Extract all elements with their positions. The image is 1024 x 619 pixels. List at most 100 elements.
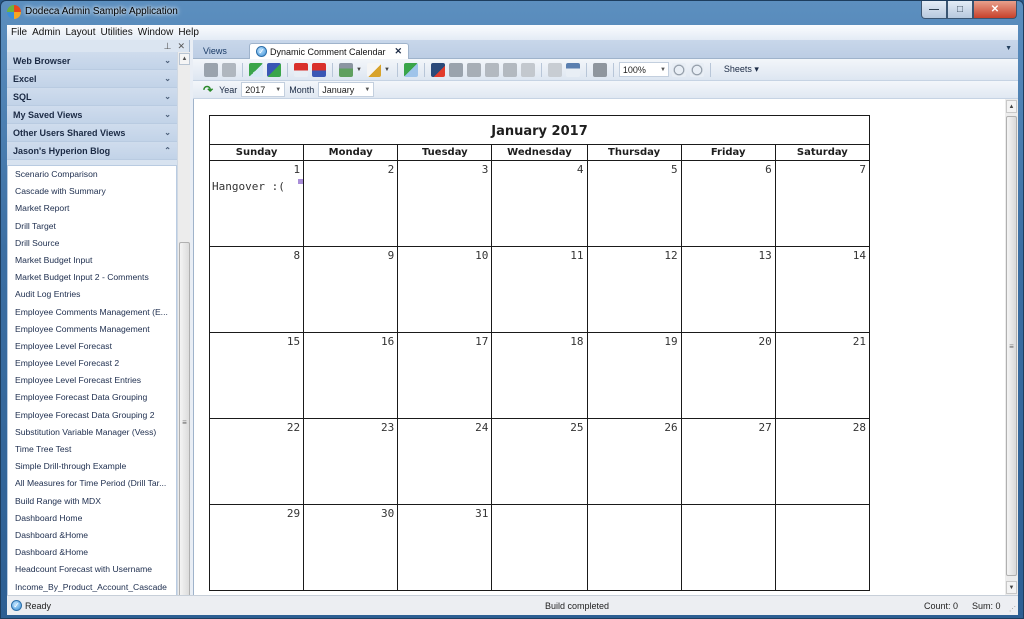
calendar-day-cell[interactable]: 26	[586, 418, 682, 505]
calendar-day-cell[interactable]: 9	[303, 246, 399, 333]
sidebar-view-item[interactable]: Employee Comments Management	[8, 321, 176, 338]
pdf-preview-icon[interactable]	[294, 62, 308, 77]
chevron-down-icon[interactable]: ⌄	[164, 128, 171, 137]
sheets-button[interactable]: Sheets ▾	[724, 64, 759, 75]
close-window-button[interactable]: ✕	[973, 1, 1017, 19]
calendar-day-cell[interactable]: 5	[586, 160, 682, 247]
calendar-day-cell[interactable]: 8	[208, 246, 305, 333]
calendar-day-cell[interactable]	[774, 504, 871, 591]
sidebar-view-item[interactable]: Employee Level Forecast 2	[8, 355, 176, 372]
sidebar-view-item[interactable]: Drill Target	[8, 218, 176, 235]
sidebar-view-item[interactable]: Employee Forecast Data Grouping	[8, 389, 176, 406]
send-icon[interactable]	[466, 62, 481, 77]
scroll-down-icon[interactable]: ▼	[1006, 581, 1017, 594]
calendar-day-cell[interactable]: 19	[586, 332, 682, 419]
calendar-day-cell[interactable]: 25	[491, 418, 588, 505]
zoom-in-icon[interactable]	[671, 62, 686, 77]
menu-utilities[interactable]: Utilities	[101, 27, 137, 38]
calendar-day-cell[interactable]: 11	[491, 246, 588, 333]
sidebar-view-item[interactable]: Employee Level Forecast Entries	[8, 372, 176, 389]
maximize-button[interactable]: □	[947, 1, 973, 19]
calendar-day-cell[interactable]	[680, 504, 776, 591]
pivot-icon[interactable]	[502, 62, 517, 77]
calendar-day-cell[interactable]: 15	[208, 332, 305, 419]
sidebar-view-item[interactable]: Dashboard Home	[8, 510, 176, 527]
export-sheet-icon[interactable]	[403, 62, 418, 77]
month-select[interactable]: January ▼	[318, 82, 375, 97]
excel-save-icon[interactable]	[267, 62, 281, 77]
zoom-out-icon[interactable]	[689, 62, 704, 77]
calendar-day-cell[interactable]	[586, 504, 682, 591]
pin-icon[interactable]: ⊥	[164, 41, 172, 52]
build-icon[interactable]	[430, 62, 445, 77]
calendar-day-cell[interactable]: 2	[303, 160, 399, 247]
chevron-down-icon[interactable]: ⌄	[164, 92, 171, 101]
tab-dynamic-comment-calendar[interactable]: ✓ Dynamic Comment Calendar ✕	[249, 43, 410, 59]
sidebar-view-item[interactable]: Cascade with Summary	[8, 183, 176, 200]
print-preview-icon[interactable]	[366, 62, 381, 77]
sidebar-view-item[interactable]: Market Report	[8, 200, 176, 217]
calendar-day-cell[interactable]: 3	[397, 160, 493, 247]
calendar-day-cell[interactable]: 14	[774, 246, 871, 333]
sidebar-group[interactable]: Excel ⌄	[7, 70, 177, 88]
vertical-scrollbar[interactable]: ▲ ≡ ▼	[1005, 99, 1018, 596]
scroll-up-icon[interactable]: ▲	[1006, 100, 1017, 113]
menu-window[interactable]: Window	[138, 27, 178, 38]
sidebar-view-item[interactable]: Simple Drill-through Example	[8, 458, 176, 475]
save-as-icon[interactable]	[222, 62, 236, 77]
menu-help[interactable]: Help	[178, 27, 203, 38]
chevron-down-icon[interactable]: ⌄	[164, 110, 171, 119]
sidebar-view-item[interactable]: Income_By_Product_Account_Cascade	[8, 579, 176, 596]
save-icon[interactable]	[204, 62, 218, 77]
excel-export-icon[interactable]	[249, 62, 263, 77]
calendar-day-cell[interactable]: 27	[680, 418, 776, 505]
preview-dropdown-icon[interactable]: ▼	[384, 67, 390, 73]
tab-list-dropdown-icon[interactable]: ▼	[1005, 45, 1012, 52]
pdf-save-icon[interactable]	[312, 62, 326, 77]
sidebar-view-item[interactable]: Drill Source	[8, 235, 176, 252]
zoom-select[interactable]: 100% ▼	[618, 62, 669, 77]
sidebar-view-item[interactable]: Employee Comments Management (E...	[8, 304, 176, 321]
cube-icon[interactable]	[592, 62, 607, 77]
chevron-down-icon[interactable]: ⌄	[164, 74, 171, 83]
drill-icon[interactable]	[484, 62, 499, 77]
menu-admin[interactable]: Admin	[32, 27, 64, 38]
sidebar-view-item[interactable]: Market Budget Input	[8, 252, 176, 269]
sidebar-view-item[interactable]: Market Budget Input 2 - Comments	[8, 269, 176, 286]
calendar-day-cell[interactable]: 24	[397, 418, 493, 505]
scroll-thumb[interactable]: ≡	[179, 242, 190, 602]
sidebar-view-item[interactable]: Build Range with MDX	[8, 493, 176, 510]
sidebar-view-item[interactable]: Audit Log Entries	[8, 286, 176, 303]
tab-views[interactable]: Views	[195, 43, 235, 59]
calendar-day-cell[interactable]: 6	[680, 160, 776, 247]
sidebar-view-item[interactable]: All Measures for Time Period (Drill Tar.…	[8, 475, 176, 492]
calendar-day-cell[interactable]: 21	[774, 332, 871, 419]
sidebar-view-item[interactable]: Dashboard &Home	[8, 527, 176, 544]
sidebar-group[interactable]: Web Browser ⌄	[7, 52, 177, 70]
scroll-thumb[interactable]: ≡	[1006, 116, 1017, 576]
comments-icon[interactable]	[520, 62, 535, 77]
calendar-day-cell[interactable]: 1 Hangover :(	[208, 160, 305, 247]
sidebar-view-item[interactable]: Time Tree Test	[8, 441, 176, 458]
sidebar-group[interactable]: Jason's Hyperion Blog ⌃	[7, 142, 177, 160]
calendar-day-cell[interactable]: 23	[303, 418, 399, 505]
sidebar-group[interactable]: My Saved Views ⌄	[7, 106, 177, 124]
tab-close-icon[interactable]: ✕	[395, 46, 403, 57]
scroll-up-icon[interactable]: ▲	[179, 53, 190, 65]
calendar-day-cell[interactable]: 29	[208, 504, 305, 591]
calendar-day-cell[interactable]: 22	[208, 418, 305, 505]
sidebar-view-item[interactable]: Dashboard &Home	[8, 544, 176, 561]
retrieve-icon[interactable]	[448, 62, 463, 77]
print-dropdown-icon[interactable]: ▼	[356, 67, 362, 73]
chevron-down-icon[interactable]: ⌄	[164, 56, 171, 65]
calendar-day-cell[interactable]: 10	[397, 246, 493, 333]
sidebar-close-icon[interactable]: ✕	[177, 41, 185, 52]
tree-icon[interactable]	[565, 62, 580, 77]
sidebar-scrollbar[interactable]: ▲ ≡ ▼	[177, 52, 190, 613]
sidebar-group[interactable]: Other Users Shared Views ⌄	[7, 124, 177, 142]
selector-icon[interactable]	[547, 62, 562, 77]
menu-file[interactable]: File	[11, 27, 31, 38]
sidebar-group[interactable]: SQL ⌄	[7, 88, 177, 106]
spreadsheet-area[interactable]: January 2017 Sunday Monday Tuesday Wednesda…	[193, 99, 1005, 596]
menu-layout[interactable]: Layout	[65, 27, 99, 38]
